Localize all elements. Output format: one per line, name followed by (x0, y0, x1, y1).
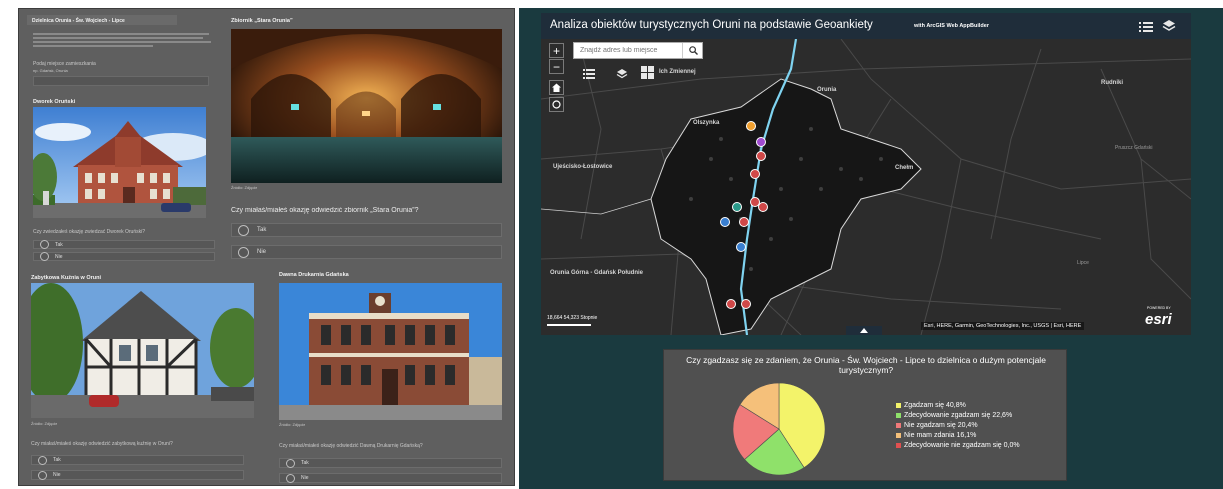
chevron-up-icon (860, 328, 868, 333)
place-label: Lipce (1077, 260, 1089, 266)
home-button[interactable] (549, 80, 564, 95)
chart-panel: Czy zgadzasz się ze zdaniem, że Orunia -… (663, 349, 1067, 481)
dworek-option-no[interactable]: Nie (33, 252, 215, 261)
drukarnia-question: Czy miałaś/miałeś okazję odwiedzić Dawną… (279, 443, 423, 449)
kuznia-title: Zabytkowa Kuźnia w Oruni (31, 275, 101, 281)
coordinate-readout: 18,664 54,323 Stopnie (547, 315, 598, 321)
place-input[interactable] (33, 76, 209, 86)
kuznia-option-yes[interactable]: Tak (31, 455, 244, 465)
dworek-title: Dworek Oruński (33, 99, 76, 105)
search-button[interactable] (682, 43, 703, 58)
scale-bar (547, 324, 591, 326)
place-label: Chełm (895, 165, 914, 171)
map-attribution: Esri, HERE, Garmin, GeoTechnologies, Inc… (921, 322, 1085, 330)
place-label: Orunia Górna - Gdańsk Południe (550, 270, 644, 276)
drukarnia-option-yes[interactable]: Tak (279, 458, 502, 468)
zoom-in-button[interactable]: + (549, 43, 564, 58)
legend-list-icon[interactable] (1139, 20, 1153, 32)
toolbar-label: Ich Zmiennej (659, 69, 696, 75)
place-label: Ujeścisko-Łostowice (553, 164, 613, 170)
legend-item: Zgadzam się 40,8% (896, 400, 1066, 410)
pie-chart (732, 382, 826, 476)
drukarnia-option-no[interactable]: Nie (279, 473, 502, 483)
place-hint: np. Gdańsk, Orunia (33, 68, 68, 73)
chart-title: Czy zgadzasz się ze zdaniem, że Orunia -… (686, 355, 1046, 375)
zoom-out-button[interactable]: − (549, 59, 564, 74)
map-canvas (541, 39, 1191, 335)
locate-button[interactable] (549, 97, 564, 112)
legend-swatch (896, 422, 901, 428)
legend-swatch (896, 402, 901, 408)
zbiornik-caption: Źródło: Zdjęcie (231, 185, 258, 190)
place-label: Rudniki (1101, 80, 1123, 86)
panel-toggle-button[interactable] (846, 326, 882, 335)
legend-item: Nie zgadzam się 20,4% (896, 420, 1066, 430)
legend-swatch (896, 442, 901, 448)
app-title: Analiza obiektów turystycznych Oruni na … (550, 19, 873, 31)
dworek-option-yes[interactable]: Tak (33, 240, 215, 249)
drukarnia-caption: Źródło: Zdjęcie (279, 422, 306, 427)
radio-icon (40, 240, 49, 249)
zbiornik-photo (231, 29, 502, 183)
search-input[interactable] (576, 44, 688, 57)
legend-item: Zdecydowanie nie zgadzam się 0,0% (896, 440, 1066, 450)
place-question: Podaj miejsce zamieszkania (33, 61, 96, 67)
zbiornik-option-no[interactable]: Nie (231, 245, 502, 259)
list-icon[interactable] (583, 67, 595, 79)
dworek-question: Czy zwiedzałeś okazję zwiedzać Dworek Or… (33, 229, 145, 235)
app-header: Analiza obiektów turystycznych Oruni na … (541, 13, 1191, 39)
locate-icon (552, 100, 561, 109)
radio-icon (38, 455, 47, 465)
kuznia-question: Czy miałaś/miałeś okazję odwiedzić zabyt… (31, 441, 173, 447)
legend-item: Zdecydowanie zgadzam się 22,6% (896, 410, 1066, 420)
place-label: Pruszcz Gdański (1115, 145, 1153, 151)
legend-swatch (896, 412, 901, 418)
search-icon (688, 46, 698, 55)
place-label: Orunia (817, 87, 837, 93)
radio-icon (238, 224, 249, 236)
layers-toolbar-icon[interactable] (616, 67, 628, 79)
zbiornik-question: Czy miałaś/miałeś okazję odwiedzić zbior… (231, 207, 419, 214)
dworek-photo (33, 107, 206, 218)
radio-icon (238, 246, 249, 258)
kuznia-option-no[interactable]: Nie (31, 470, 244, 480)
kuznia-photo (31, 283, 254, 418)
zbiornik-option-yes[interactable]: Tak (231, 223, 502, 237)
legend-swatch (896, 432, 901, 438)
kuznia-caption: Źródło: Zdjęcie (31, 421, 58, 426)
radio-icon (286, 458, 295, 468)
drukarnia-photo (279, 283, 502, 420)
radio-icon (40, 252, 49, 261)
home-icon (552, 83, 561, 92)
map-view[interactable]: Orunia Olszynka Ujeścisko-Łostowice Cheł… (541, 39, 1191, 335)
chart-legend: Zgadzam się 40,8% Zdecydowanie zgadzam s… (896, 400, 1066, 450)
place-label: Olszynka (693, 120, 720, 126)
survey-heading-bar: Dzielnica Orunia - Św. Wojciech - Lipce (27, 15, 177, 25)
zbiornik-title: Zbiornik „Stara Orunia” (231, 18, 293, 24)
survey-panel: Dzielnica Orunia - Św. Wojciech - Lipce … (18, 8, 515, 486)
esri-logo-prefix: POWERED BY (1147, 306, 1171, 310)
app-subtitle: with ArcGIS Web AppBuilder (914, 23, 989, 29)
legend-item: Nie mam zdania 16,1% (896, 430, 1066, 440)
basemap-gallery-icon[interactable] (641, 66, 654, 79)
survey-heading: Dzielnica Orunia - Św. Wojciech - Lipce (32, 18, 125, 24)
drukarnia-title: Dawna Drukarnia Gdańska (279, 272, 349, 278)
radio-icon (38, 470, 47, 480)
survey-intro (33, 33, 213, 49)
radio-icon (286, 473, 295, 483)
map-app: Analiza obiektów turystycznych Oruni na … (541, 13, 1191, 335)
layers-icon[interactable] (1162, 19, 1176, 33)
esri-logo: esri (1145, 311, 1172, 328)
search-box (573, 42, 703, 59)
